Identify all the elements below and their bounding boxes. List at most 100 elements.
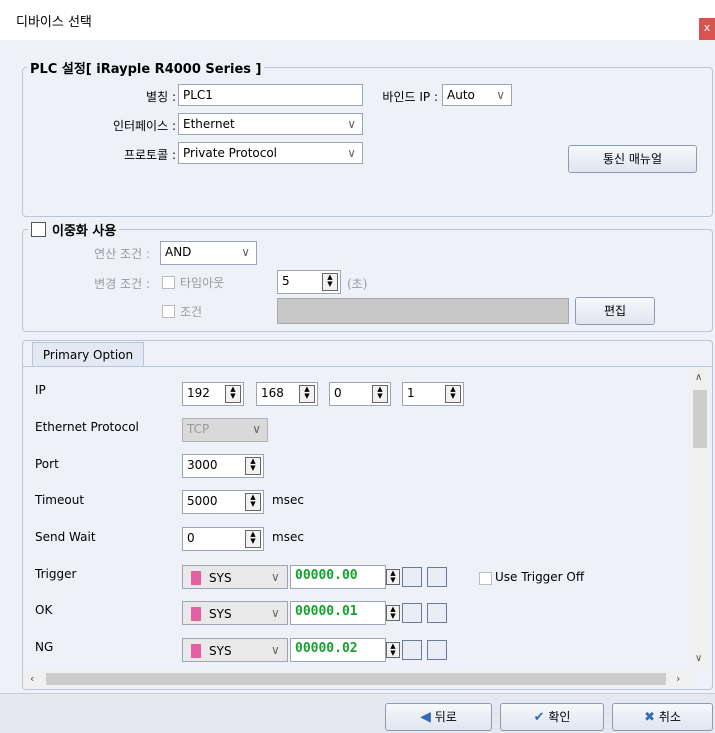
ip-octet-2[interactable]: 168 ▲ ▼ <box>256 382 318 406</box>
spinner-icon[interactable]: ▲ ▼ <box>225 385 241 403</box>
spinner-icon[interactable]: ▲ ▼ <box>322 273 338 291</box>
send-wait-input[interactable]: 0 ▲ ▼ <box>182 527 264 551</box>
spinner-icon[interactable]: ▲ ▼ <box>372 385 388 403</box>
op-condition-label: 연산 조건 : <box>94 247 150 261</box>
tab-primary-option[interactable]: Primary Option <box>32 342 144 366</box>
condition-field[interactable] <box>277 298 569 324</box>
back-label: 뒤로 <box>434 710 457 724</box>
close-button[interactable]: x <box>699 18 715 40</box>
spinner-icon[interactable]: ▲ ▼ <box>445 385 461 403</box>
ip-octet-4[interactable]: 1 ▲ ▼ <box>402 382 464 406</box>
spinner-icon[interactable]: ▲ ▼ <box>245 457 261 475</box>
arrow-left-icon: ◀ <box>420 709 431 725</box>
po-timeout-label: Timeout <box>35 493 85 507</box>
scroll-down-icon[interactable]: ∨ <box>695 653 702 664</box>
ip-octet-1-value: 192 <box>187 386 210 400</box>
port-label: Port <box>35 457 59 471</box>
device-marker-icon <box>191 571 201 585</box>
use-trigger-off-checkbox[interactable] <box>479 572 492 585</box>
calculator-icon[interactable] <box>427 640 447 660</box>
ok-address-input[interactable]: 00000.01 <box>290 601 386 625</box>
bind-ip-select[interactable]: Auto ∨ <box>442 84 512 106</box>
horizontal-scroll-thumb[interactable] <box>46 673 666 685</box>
confirm-button[interactable]: ✔ 확인 <box>500 703 604 731</box>
ip-octet-1[interactable]: 192 ▲ ▼ <box>182 382 244 406</box>
use-trigger-off-label: Use Trigger Off <box>495 570 585 584</box>
po-timeout-unit: msec <box>272 493 304 507</box>
horizontal-scrollbar[interactable]: ‹ › <box>24 670 691 688</box>
trigger-address-input[interactable]: 00000.00 <box>290 565 386 589</box>
calculator-icon[interactable] <box>427 603 447 623</box>
edit-button[interactable]: 편집 <box>575 297 655 325</box>
device-marker-icon <box>191 644 201 658</box>
confirm-label: 확인 <box>548 710 571 724</box>
title-bar: 디바이스 선택 <box>0 0 715 40</box>
chevron-down-icon: ∨ <box>347 117 356 131</box>
tab-divider <box>23 366 712 367</box>
port-input[interactable]: 3000 ▲ ▼ <box>182 454 264 478</box>
interface-select[interactable]: Ethernet ∨ <box>178 113 363 135</box>
vertical-scrollbar[interactable]: ∧ ∨ <box>691 368 709 670</box>
ng-address-input[interactable]: 00000.02 <box>290 638 386 662</box>
po-timeout-value: 5000 <box>187 494 218 508</box>
ng-device-select[interactable]: SYS ∨ <box>182 638 288 662</box>
ip-label: IP <box>35 383 46 397</box>
chevron-down-icon: ∨ <box>271 643 280 657</box>
eth-protocol-value: TCP <box>187 422 210 436</box>
timeout-seconds-value: 5 <box>282 274 290 288</box>
spinner-icon[interactable]: ▲ ▼ <box>386 642 400 658</box>
send-wait-label: Send Wait <box>35 530 96 544</box>
address-browse-icon[interactable] <box>402 640 422 660</box>
eth-protocol-select[interactable]: TCP ∨ <box>182 418 268 442</box>
back-button[interactable]: ◀ 뒤로 <box>385 703 492 731</box>
vertical-scroll-thumb[interactable] <box>693 390 707 448</box>
port-value: 3000 <box>187 458 218 472</box>
send-wait-unit: msec <box>272 530 304 544</box>
timeout-checkbox[interactable] <box>162 276 175 289</box>
spinner-icon[interactable]: ▲ ▼ <box>386 569 400 585</box>
interface-value: Ethernet <box>183 117 235 131</box>
address-browse-icon[interactable] <box>402 567 422 587</box>
change-condition-label: 변경 조건 : <box>94 277 150 291</box>
ip-octet-3[interactable]: 0 ▲ ▼ <box>329 382 391 406</box>
scroll-up-icon[interactable]: ∧ <box>695 372 702 383</box>
plc-group-title: PLC 설정[ iRayple R4000 Series ] <box>27 58 265 77</box>
ok-device-value: SYS <box>209 607 232 621</box>
timeout-check-label: 타임아웃 <box>180 276 225 290</box>
comm-manual-button[interactable]: 통신 매뉴얼 <box>568 145 697 173</box>
scroll-left-icon[interactable]: ‹ <box>30 672 34 685</box>
calculator-icon[interactable] <box>427 567 447 587</box>
cancel-label: 취소 <box>658 710 681 724</box>
ok-device-select[interactable]: SYS ∨ <box>182 601 288 625</box>
spinner-icon[interactable]: ▲ ▼ <box>299 385 315 403</box>
timeout-seconds-input[interactable]: 5 ▲ ▼ <box>277 270 341 294</box>
window-title: 디바이스 선택 <box>16 15 92 30</box>
spinner-icon[interactable]: ▲ ▼ <box>386 605 400 621</box>
scroll-right-icon[interactable]: › <box>676 672 680 685</box>
ip-octet-2-value: 168 <box>261 386 284 400</box>
redundancy-checkbox[interactable] <box>31 222 46 237</box>
condition-checkbox[interactable] <box>162 305 175 318</box>
address-browse-icon[interactable] <box>402 603 422 623</box>
spinner-icon[interactable]: ▲ ▼ <box>245 530 261 548</box>
spinner-icon[interactable]: ▲ ▼ <box>245 493 261 511</box>
trigger-device-select[interactable]: SYS ∨ <box>182 565 288 589</box>
ip-octet-4-value: 1 <box>407 386 415 400</box>
op-condition-select[interactable]: AND ∨ <box>160 241 257 265</box>
protocol-value: Private Protocol <box>183 146 278 160</box>
trigger-label: Trigger <box>35 567 77 581</box>
check-icon: ✔ <box>533 710 545 725</box>
ng-label: NG <box>35 640 54 654</box>
chevron-down-icon: ∨ <box>271 570 280 584</box>
footer-bar <box>0 693 715 733</box>
alias-input[interactable]: PLC1 <box>178 84 363 106</box>
cancel-button[interactable]: ✖ 취소 <box>612 703 713 731</box>
redundancy-header: 이중화 사용 <box>28 220 120 239</box>
ng-device-value: SYS <box>209 644 232 658</box>
ip-octet-3-value: 0 <box>334 386 342 400</box>
protocol-select[interactable]: Private Protocol ∨ <box>178 142 363 164</box>
timeout-unit: (초) <box>347 277 368 291</box>
bind-ip-label: 바인드 IP : <box>382 90 438 104</box>
ok-label: OK <box>35 603 53 617</box>
po-timeout-input[interactable]: 5000 ▲ ▼ <box>182 490 264 514</box>
